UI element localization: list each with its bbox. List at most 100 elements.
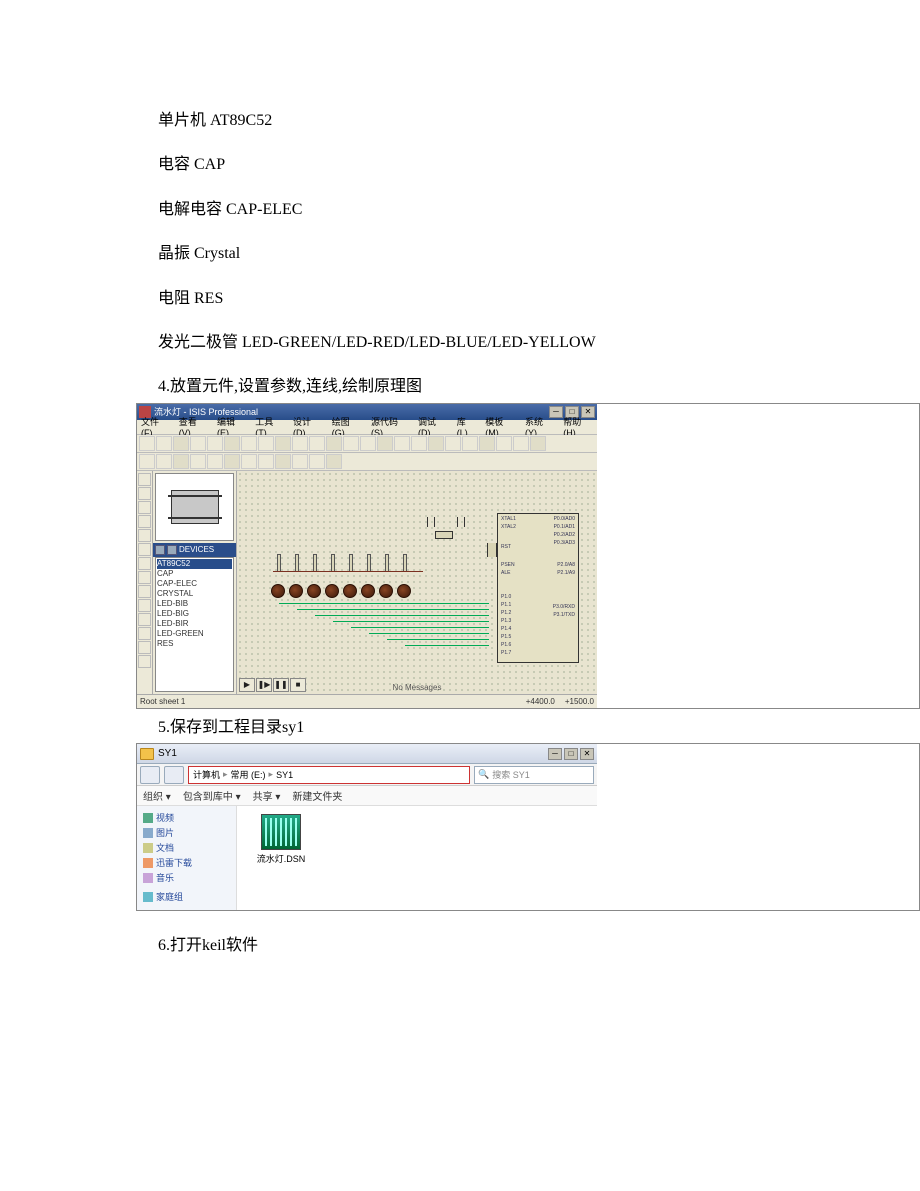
toolbar-button[interactable]	[139, 436, 155, 451]
cap-c1[interactable]	[427, 517, 435, 527]
toolbar-button[interactable]	[190, 454, 206, 469]
resistor[interactable]	[331, 554, 335, 572]
palette-tool[interactable]	[138, 655, 151, 668]
toolbar-button[interactable]	[326, 454, 342, 469]
toolbar-button[interactable]	[496, 436, 512, 451]
palette-tool[interactable]	[138, 627, 151, 640]
device-item[interactable]: LED-BIR	[157, 619, 232, 629]
step-button[interactable]: ❚▶	[256, 678, 272, 692]
toolbar-button[interactable]	[207, 454, 223, 469]
cap-elec-c3[interactable]	[487, 543, 497, 557]
stop-button[interactable]: ■	[290, 678, 306, 692]
sidebar-item-downloads[interactable]: 迅雷下载	[141, 855, 232, 870]
toolbar-button[interactable]	[258, 454, 274, 469]
search-input[interactable]: 🔍 搜索 SY1	[474, 766, 594, 784]
palette-tool[interactable]	[138, 557, 151, 570]
resistor[interactable]	[295, 554, 299, 572]
led[interactable]	[271, 584, 285, 598]
device-item[interactable]: AT89C52	[157, 559, 232, 569]
toolbar-button[interactable]	[479, 436, 495, 451]
schematic-canvas[interactable]: XTAL1 XTAL2 RST PSEN ALE P1.0 P1.1 P1.2 …	[237, 471, 597, 694]
device-item[interactable]: LED-BIB	[157, 599, 232, 609]
toolbar-button[interactable]	[428, 436, 444, 451]
toolbar-button[interactable]	[292, 436, 308, 451]
toolbar-button[interactable]	[224, 454, 240, 469]
toolbar-button[interactable]	[156, 454, 172, 469]
sidebar-item-music[interactable]: 音乐	[141, 870, 232, 885]
resistor[interactable]	[277, 554, 281, 572]
toolbar-button[interactable]	[241, 436, 257, 451]
nav-forward-button[interactable]	[164, 766, 184, 784]
toolbar-button[interactable]	[394, 436, 410, 451]
breadcrumb-item[interactable]: 计算机	[193, 768, 220, 781]
resistor[interactable]	[367, 554, 371, 572]
toolbar-button[interactable]	[190, 436, 206, 451]
palette-tool[interactable]	[138, 529, 151, 542]
led[interactable]	[361, 584, 375, 598]
explorer-file-pane[interactable]: 流水灯.DSN	[237, 806, 597, 910]
mcu-at89c52[interactable]: XTAL1 XTAL2 RST PSEN ALE P1.0 P1.1 P1.2 …	[497, 513, 579, 663]
led[interactable]	[343, 584, 357, 598]
breadcrumb[interactable]: 计算机 ▸ 常用 (E:) ▸ SY1	[188, 766, 470, 784]
toolbar-button[interactable]	[258, 436, 274, 451]
minimize-button[interactable]: ─	[548, 748, 562, 760]
device-item[interactable]: CRYSTAL	[157, 589, 232, 599]
breadcrumb-item[interactable]: 常用 (E:)	[231, 768, 266, 781]
toolbar-button[interactable]	[411, 436, 427, 451]
led[interactable]	[289, 584, 303, 598]
toolbar-button[interactable]	[360, 436, 376, 451]
sidebar-item-documents[interactable]: 文档	[141, 840, 232, 855]
cap-c2[interactable]	[457, 517, 465, 527]
resistor[interactable]	[349, 554, 353, 572]
resistor[interactable]	[313, 554, 317, 572]
toolbar-button[interactable]	[173, 454, 189, 469]
led[interactable]	[325, 584, 339, 598]
toolbar-button[interactable]	[513, 436, 529, 451]
file-item-dsn[interactable]: 流水灯.DSN	[245, 814, 317, 865]
toolbar-button[interactable]	[224, 436, 240, 451]
sidebar-item-images[interactable]: 图片	[141, 825, 232, 840]
device-item[interactable]: LED-GREEN	[157, 629, 232, 639]
toolbar-button[interactable]	[173, 436, 189, 451]
toolbar-organize[interactable]: 组织 ▾	[143, 788, 171, 803]
play-button[interactable]: ▶	[239, 678, 255, 692]
toolbar-button[interactable]	[156, 436, 172, 451]
led[interactable]	[397, 584, 411, 598]
toolbar-button[interactable]	[445, 436, 461, 451]
nav-back-button[interactable]	[140, 766, 160, 784]
toolbar-button[interactable]	[292, 454, 308, 469]
close-button[interactable]: ✕	[580, 748, 594, 760]
device-item[interactable]: CAP-ELEC	[157, 579, 232, 589]
palette-tool[interactable]	[138, 487, 151, 500]
palette-tool[interactable]	[138, 501, 151, 514]
device-item[interactable]: CAP	[157, 569, 232, 579]
toolbar-button[interactable]	[275, 436, 291, 451]
crystal-x1[interactable]	[435, 531, 453, 539]
toolbar-button[interactable]	[326, 436, 342, 451]
toolbar-button[interactable]	[530, 436, 546, 451]
toolbar-share[interactable]: 共享 ▾	[253, 788, 281, 803]
toolbar-button[interactable]	[207, 436, 223, 451]
maximize-button[interactable]: □	[564, 748, 578, 760]
sidebar-item-homegroup[interactable]: 家庭组	[141, 889, 232, 904]
led[interactable]	[379, 584, 393, 598]
toolbar-button[interactable]	[309, 454, 325, 469]
toolbar-newfolder[interactable]: 新建文件夹	[292, 788, 342, 803]
device-list[interactable]: AT89C52 CAP CAP-ELEC CRYSTAL LED-BIB LED…	[155, 557, 234, 692]
library-button[interactable]	[167, 545, 177, 555]
pause-button[interactable]: ❚❚	[273, 678, 289, 692]
palette-tool[interactable]	[138, 543, 151, 556]
toolbar-button[interactable]	[309, 436, 325, 451]
palette-tool[interactable]	[138, 599, 151, 612]
device-item[interactable]: LED-BIG	[157, 609, 232, 619]
palette-tool[interactable]	[138, 585, 151, 598]
toolbar-button[interactable]	[275, 454, 291, 469]
palette-tool[interactable]	[138, 473, 151, 486]
toolbar-include[interactable]: 包含到库中 ▾	[183, 788, 241, 803]
resistor[interactable]	[403, 554, 407, 572]
breadcrumb-item[interactable]: SY1	[276, 770, 293, 780]
device-item[interactable]: RES	[157, 639, 232, 649]
toolbar-button[interactable]	[462, 436, 478, 451]
sidebar-item-video[interactable]: 视频	[141, 810, 232, 825]
palette-tool[interactable]	[138, 571, 151, 584]
